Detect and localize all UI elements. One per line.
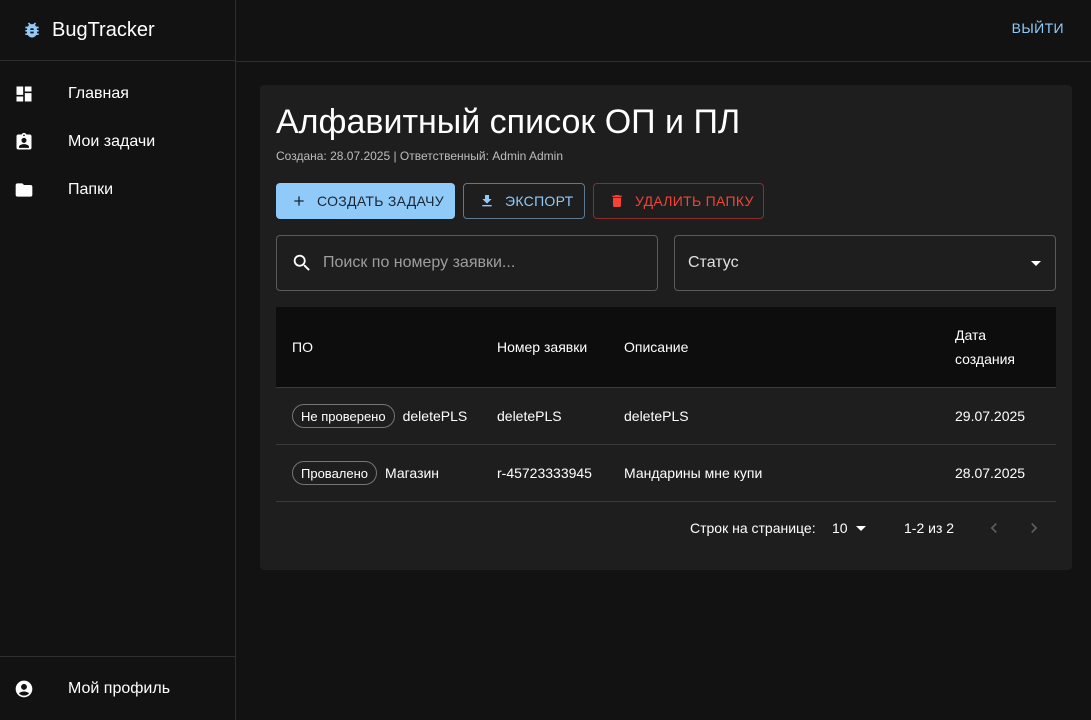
caret-down-icon[interactable]	[856, 526, 866, 531]
assignment-icon	[14, 132, 34, 152]
chevron-left-icon	[990, 523, 997, 533]
sidebar-footer: Мой профиль	[0, 656, 235, 720]
sidebar-item-label: Главная	[68, 85, 129, 102]
account-circle-icon	[14, 679, 34, 699]
delete-folder-label: УДАЛИТЬ ПАПКУ	[635, 193, 754, 209]
header-description[interactable]: Описание	[624, 335, 688, 359]
chevron-right-icon	[1031, 523, 1038, 533]
search-input[interactable]	[323, 254, 643, 272]
sidebar-item-label: Мои задачи	[68, 133, 156, 150]
rows-per-page-label: Строк на странице:	[690, 520, 816, 536]
tasks-table: ПО Номер заявки Описание Дата создания Н…	[276, 307, 1056, 536]
sidebar-item-label: Папки	[68, 181, 113, 198]
status-chip: Провалено	[292, 461, 378, 485]
header-number[interactable]: Номер заявки	[497, 335, 587, 359]
delete-folder-button[interactable]: УДАЛИТЬ ПАПКУ	[593, 183, 764, 219]
download-icon	[478, 192, 496, 210]
pagination: Строк на странице: 10 1-2 из 2	[276, 502, 1056, 554]
table-row[interactable]: Не проверено deletePLS deletePLS deleteP…	[276, 388, 1056, 445]
cell-date: 28.07.2025	[955, 465, 1026, 481]
header-date[interactable]: Дата создания	[955, 323, 1015, 371]
logout-button[interactable]: ВЫЙТИ	[1012, 20, 1064, 36]
prev-page-button[interactable]	[982, 516, 1006, 540]
table-row[interactable]: Провалено Магазин r-45723333945 Мандарин…	[276, 445, 1056, 502]
cell-date: 29.07.2025	[955, 408, 1026, 424]
top-bar: ВЫЙТИ	[236, 0, 1091, 62]
folder-meta: Создана: 28.07.2025 | Ответственный: Adm…	[276, 149, 563, 163]
search-icon	[291, 252, 313, 274]
rows-per-page-select[interactable]: 10	[832, 520, 848, 536]
po-text: Магазин	[385, 465, 440, 481]
cell-po: Не проверено deletePLS	[292, 388, 467, 444]
cell-description: Мандарины мне купи	[624, 465, 763, 481]
sidebar: BugTracker Главная Мои задачи Папки Мой …	[0, 0, 236, 720]
next-page-button[interactable]	[1022, 516, 1046, 540]
status-chip: Не проверено	[292, 404, 395, 428]
caret-down-icon	[1031, 261, 1041, 266]
sidebar-item-folders[interactable]: Папки	[0, 166, 235, 214]
cell-number: deletePLS	[497, 408, 562, 424]
brand[interactable]: BugTracker	[0, 0, 235, 61]
folder-card: Алфавитный список ОП и ПЛ Создана: 28.07…	[260, 85, 1072, 570]
table-header: ПО Номер заявки Описание Дата создания	[276, 307, 1056, 388]
bug-icon	[22, 20, 42, 40]
search-field[interactable]	[276, 235, 658, 291]
page-title: Алфавитный список ОП и ПЛ	[276, 103, 741, 141]
status-select-label: Статус	[688, 254, 739, 271]
po-text: deletePLS	[402, 408, 468, 424]
create-task-button[interactable]: СОЗДАТЬ ЗАДАЧУ	[276, 183, 455, 219]
app-title: BugTracker	[52, 18, 155, 41]
status-select[interactable]: Статус	[674, 235, 1056, 291]
cell-number: r-45723333945	[497, 465, 592, 481]
sidebar-item-label: Мой профиль	[68, 679, 171, 697]
sidebar-item-my-tasks[interactable]: Мои задачи	[0, 118, 235, 166]
export-button[interactable]: ЭКСПОРТ	[463, 183, 585, 219]
plus-icon	[290, 192, 308, 210]
sidebar-item-profile[interactable]: Мой профиль	[0, 665, 235, 713]
create-task-label: СОЗДАТЬ ЗАДАЧУ	[317, 193, 444, 209]
trash-icon	[608, 192, 626, 210]
sidebar-item-home[interactable]: Главная	[0, 70, 235, 118]
header-date-line2: создания	[955, 351, 1015, 367]
header-po[interactable]: ПО	[292, 335, 313, 359]
folder-icon	[14, 180, 34, 200]
export-label: ЭКСПОРТ	[505, 193, 574, 209]
page-range: 1-2 из 2	[904, 520, 955, 536]
cell-description: deletePLS	[624, 408, 689, 424]
header-date-line1: Дата	[955, 327, 987, 343]
dashboard-icon	[14, 84, 34, 104]
cell-po: Провалено Магазин	[292, 445, 439, 501]
